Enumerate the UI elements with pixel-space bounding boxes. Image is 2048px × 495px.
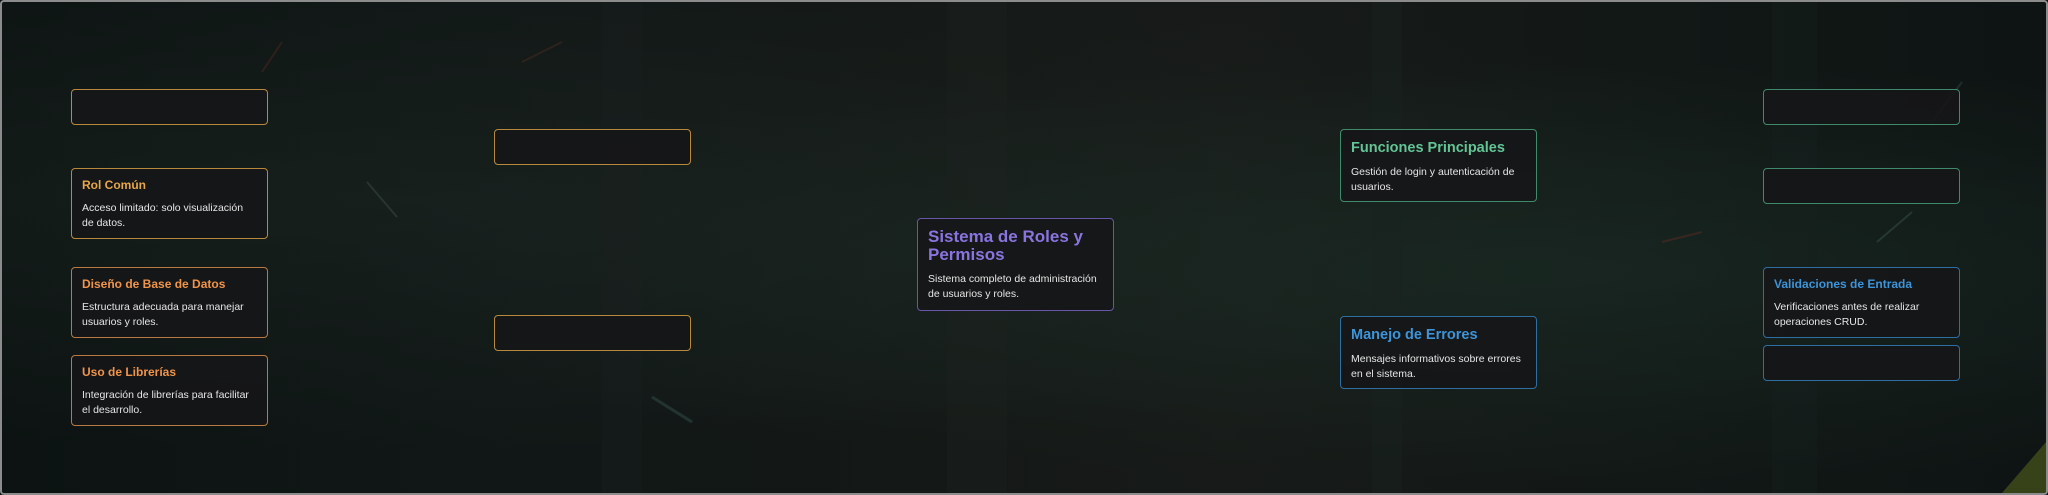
- node-right-second-empty[interactable]: [1763, 168, 1960, 204]
- node-title: Validaciones de Entrada: [1774, 277, 1913, 291]
- node-title: Sistema de Roles y Permisos: [928, 227, 1083, 264]
- node-central-topic[interactable]: Sistema de Roles y Permisos Sistema comp…: [917, 218, 1114, 311]
- node-description: Sistema completo de administración de us…: [928, 273, 1097, 300]
- node-title: Rol Común: [82, 178, 146, 192]
- node-left-top-empty[interactable]: [71, 89, 268, 125]
- node-title: Uso de Librerías: [82, 365, 177, 379]
- node-title: Funciones Principales: [1351, 140, 1505, 156]
- node-description: Acceso limitado: solo visualización de d…: [82, 202, 244, 229]
- node-description: Gestión de login y autenticación de usua…: [1351, 166, 1515, 193]
- node-rol-comun[interactable]: Rol Común Acceso limitado: solo visualiz…: [71, 168, 268, 239]
- node-left-branch-upper-empty[interactable]: [494, 129, 691, 165]
- mindmap-canvas: Rol Común Acceso limitado: solo visualiz…: [0, 0, 2048, 495]
- node-title: Manejo de Errores: [1351, 327, 1478, 343]
- node-funciones-principales[interactable]: Funciones Principales Gestión de login y…: [1340, 129, 1537, 202]
- node-validaciones-entrada[interactable]: Validaciones de Entrada Verificaciones a…: [1763, 267, 1960, 338]
- node-manejo-errores[interactable]: Manejo de Errores Mensajes informativos …: [1340, 316, 1537, 389]
- node-description: Verificaciones antes de realizar operaci…: [1774, 301, 1920, 328]
- node-left-branch-lower-empty[interactable]: [494, 315, 691, 351]
- node-description: Mensajes informativos sobre errores en e…: [1351, 353, 1521, 380]
- node-right-top-empty[interactable]: [1763, 89, 1960, 125]
- node-description: Integración de librerías para facilitar …: [82, 389, 249, 416]
- node-description: Estructura adecuada para manejar usuario…: [82, 301, 244, 328]
- node-uso-librerias[interactable]: Uso de Librerías Integración de librería…: [71, 355, 268, 426]
- node-title: Diseño de Base de Datos: [82, 277, 226, 291]
- node-right-bottom-empty[interactable]: [1763, 345, 1960, 381]
- node-diseno-base-datos[interactable]: Diseño de Base de Datos Estructura adecu…: [71, 267, 268, 338]
